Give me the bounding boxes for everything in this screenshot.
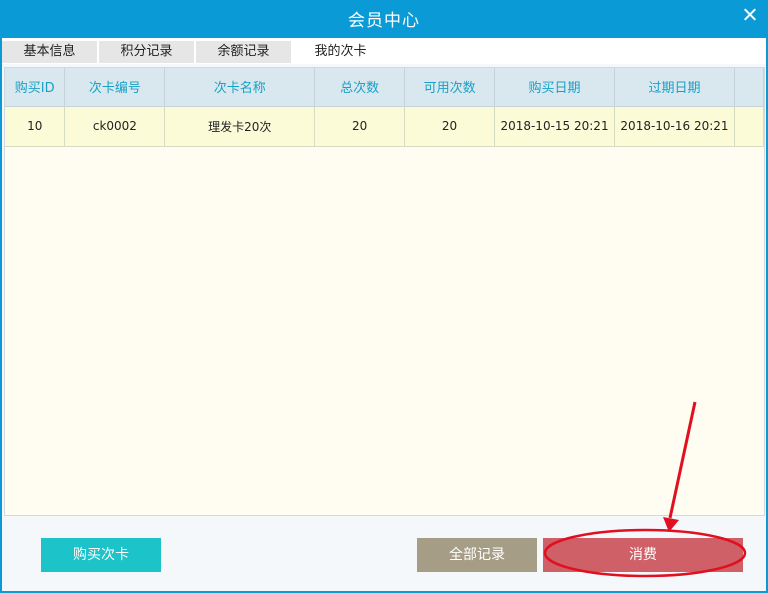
column-header-card-name[interactable]: 次卡名称 [164,68,316,107]
tab-bar: 基本信息 积分记录 余额记录 我的次卡 [2,38,766,64]
tab-my-cards[interactable]: 我的次卡 [293,41,388,63]
column-header-available-count[interactable]: 可用次数 [404,68,496,107]
cell-expire-date: 2018-10-16 20:21 [614,106,735,147]
cell-available-count: 20 [404,106,496,147]
cell-spacer [734,106,764,147]
cell-card-code: ck0002 [64,106,166,147]
column-header-purchase-id[interactable]: 购买ID [5,68,66,107]
dialog-title: 会员中心 [348,11,420,31]
table-row[interactable]: 10 ck0002 理发卡20次 20 20 2018-10-15 20:21 … [5,106,764,147]
dialog-body: 基本信息 积分记录 余额记录 我的次卡 购买ID 次卡编号 次卡名称 总次数 可… [2,38,766,591]
title-bar[interactable]: 会员中心 [0,0,768,38]
cell-purchase-id: 10 [5,106,66,147]
tab-balance-record[interactable]: 余额记录 [196,41,291,63]
column-header-purchase-date[interactable]: 购买日期 [494,68,615,107]
button-bar: 购买次卡 全部记录 消费 [2,516,766,591]
member-center-dialog: 会员中心 基本信息 积分记录 余额记录 我的次卡 购买ID 次卡编号 次卡名称 … [0,0,768,593]
cell-purchase-date: 2018-10-15 20:21 [494,106,615,147]
column-header-expire-date[interactable]: 过期日期 [614,68,735,107]
close-icon[interactable] [740,5,760,25]
column-header-spacer [734,68,764,107]
tab-points-record[interactable]: 积分记录 [99,41,194,63]
buy-card-button[interactable]: 购买次卡 [41,538,161,572]
card-table: 购买ID 次卡编号 次卡名称 总次数 可用次数 购买日期 过期日期 10 ck0… [4,67,765,516]
cell-card-name: 理发卡20次 [164,106,316,147]
tab-basic-info[interactable]: 基本信息 [2,41,97,63]
cell-total-count: 20 [314,106,406,147]
table-header-row: 购买ID 次卡编号 次卡名称 总次数 可用次数 购买日期 过期日期 [5,68,764,107]
all-records-button[interactable]: 全部记录 [417,538,537,572]
consume-button[interactable]: 消费 [543,538,743,572]
column-header-card-code[interactable]: 次卡编号 [64,68,166,107]
column-header-total-count[interactable]: 总次数 [314,68,406,107]
